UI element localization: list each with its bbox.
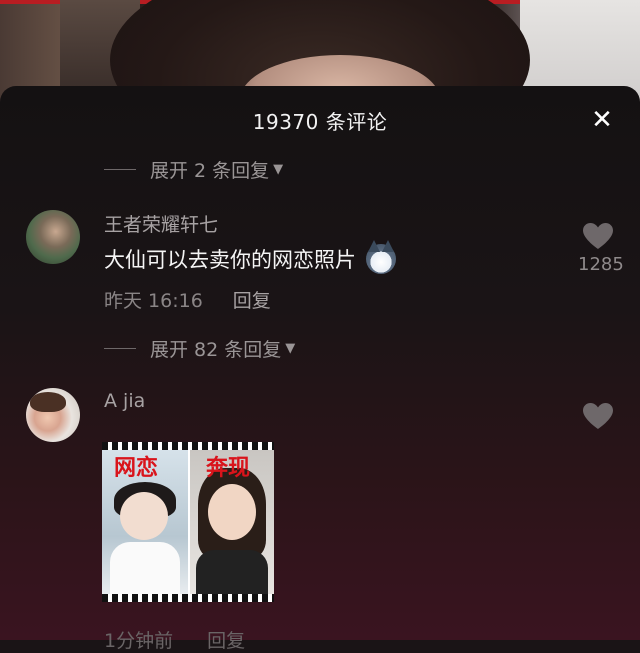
comments-count-title: 19370 条评论 (252, 110, 388, 134)
divider-dash (104, 168, 136, 170)
caret-down-icon: ▼ (273, 161, 284, 177)
film-strip-bottom (102, 594, 274, 602)
comments-panel: 19370 条评论 ✕ 展开 2 条回复 ▼ 王者荣耀轩七 大仙可以去卖你的网恋… (0, 86, 640, 652)
reply-button[interactable]: 回复 (233, 286, 271, 313)
comment-text: 大仙可以去卖你的网恋照片 (104, 240, 396, 274)
avatar[interactable] (26, 210, 80, 264)
expand-replies-button[interactable]: 展开 2 条回复 ▼ (104, 154, 283, 184)
meme-left-shirt (110, 542, 180, 594)
like-button[interactable]: 1285 (578, 222, 624, 275)
expand-replies-button[interactable]: 展开 82 条回复 ▼ (104, 333, 295, 363)
like-button[interactable] (578, 402, 618, 430)
comment-body: 大仙可以去卖你的网恋照片 (104, 248, 356, 272)
meme-label-right: 奔现 (206, 456, 251, 481)
meme-right-face (208, 484, 256, 540)
comment-username[interactable]: 王者荣耀轩七 (104, 210, 218, 237)
husky-emoji-icon (366, 240, 396, 274)
comment-image[interactable]: 网恋 奔现 (102, 442, 274, 602)
like-count: 1285 (578, 254, 624, 275)
avatar[interactable] (26, 388, 80, 442)
heart-icon (583, 223, 613, 249)
meme-left-face (120, 492, 168, 540)
heart-icon (583, 403, 613, 429)
avatar-hair (30, 392, 66, 412)
meme-label-left: 网恋 (114, 456, 159, 481)
expand-replies-label: 展开 82 条回复 (150, 338, 282, 361)
comment-timestamp: 昨天 16:16 (104, 290, 203, 312)
divider-dash (104, 347, 136, 349)
expand-replies-label: 展开 2 条回复 (150, 159, 270, 182)
meme-right-body (196, 550, 268, 594)
close-icon[interactable]: ✕ (588, 106, 616, 134)
caret-down-icon: ▼ (285, 340, 296, 356)
film-strip-top (102, 442, 274, 450)
comment-meta: 昨天 16:16 回复 (104, 286, 271, 313)
comment-username[interactable]: A jia (104, 390, 145, 412)
